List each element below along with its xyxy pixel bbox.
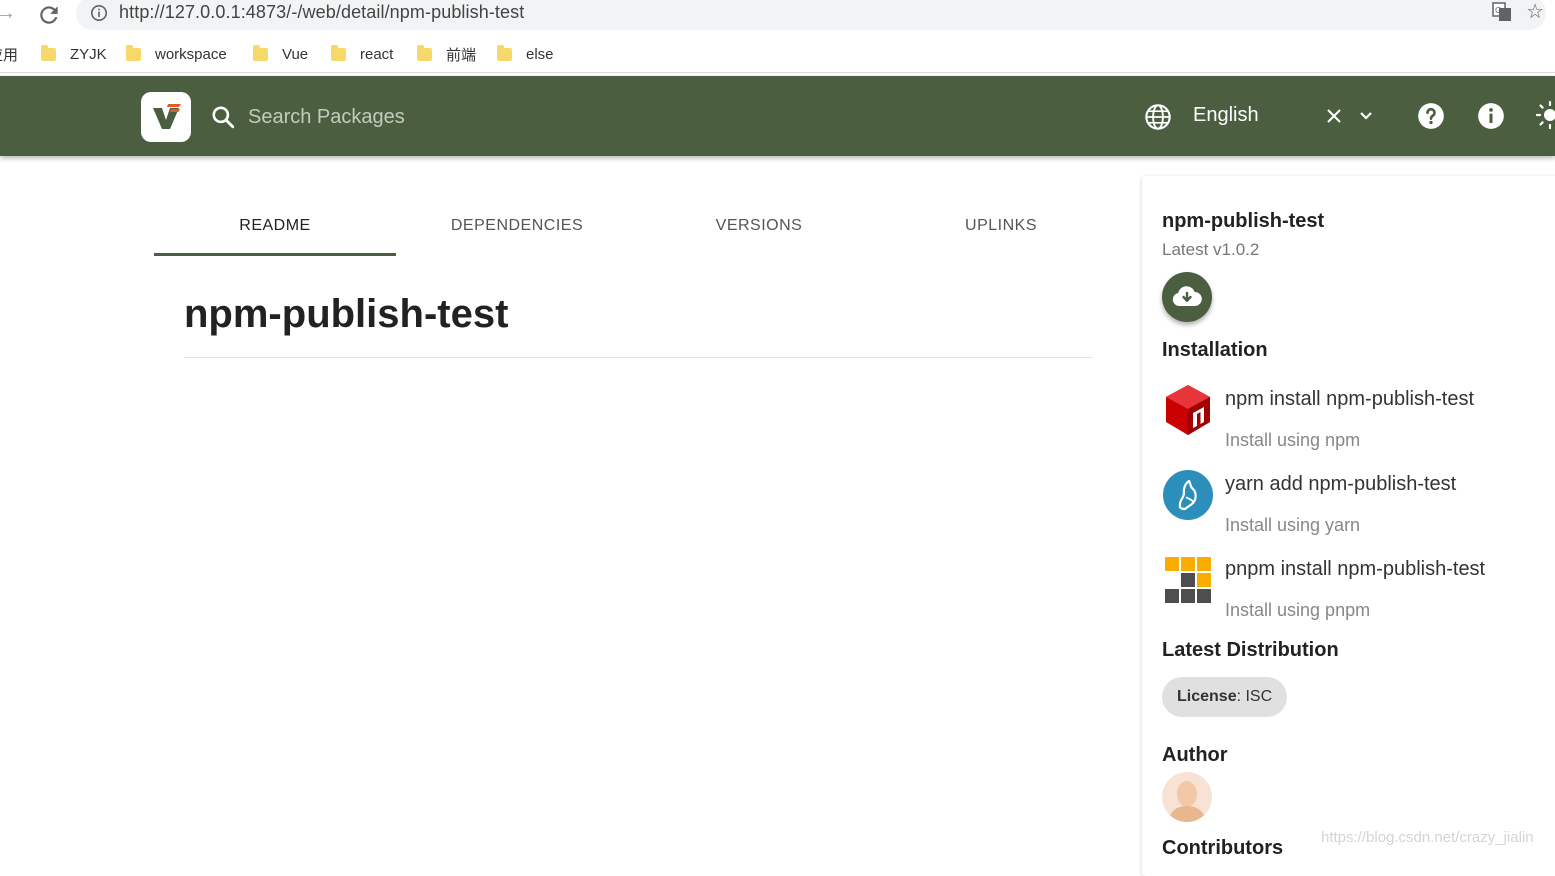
- address-bar[interactable]: http://127.0.0.1:4873/-/web/detail/npm-p…: [76, 0, 1546, 30]
- search-icon: [212, 106, 235, 129]
- npm-install-command[interactable]: npm install npm-publish-test: [1225, 388, 1474, 411]
- package-sidebar: npm-publish-test Latest v1.0.2 Installat…: [1142, 176, 1555, 876]
- avatar[interactable]: [1162, 772, 1212, 822]
- pnpm-icon: [1165, 557, 1211, 603]
- bookmark-folder[interactable]: ZYJK: [41, 44, 107, 64]
- folder-icon: [331, 44, 346, 61]
- download-tarball-button[interactable]: [1162, 272, 1212, 322]
- yarn-install-command[interactable]: yarn add npm-publish-test: [1225, 473, 1456, 496]
- url-text[interactable]: http://127.0.0.1:4873/-/web/detail/npm-p…: [119, 2, 524, 23]
- reload-icon[interactable]: [36, 2, 62, 28]
- bookmark-apps[interactable]: 应用: [0, 44, 26, 65]
- pnpm-install-subtitle: Install using pnpm: [1225, 600, 1371, 620]
- language-select-value[interactable]: English: [1193, 104, 1259, 127]
- bookmark-folder[interactable]: else: [497, 44, 554, 64]
- cloud-download-icon: [1172, 286, 1202, 306]
- yarn-icon: [1163, 470, 1213, 520]
- verdaccio-logo-icon[interactable]: [141, 92, 191, 142]
- license-value: : ISC: [1236, 688, 1273, 705]
- back-arrow-icon[interactable]: →: [0, 2, 16, 25]
- folder-icon: [497, 44, 512, 61]
- folder-icon: [253, 44, 268, 61]
- bookmark-folder[interactable]: 前端: [417, 44, 476, 64]
- help-icon[interactable]: [1417, 102, 1445, 130]
- folder-icon: [41, 44, 56, 61]
- folder-icon: [126, 44, 141, 61]
- bookmark-folder[interactable]: Vue: [253, 44, 308, 64]
- readme-divider: [184, 357, 1092, 358]
- pnpm-install-command[interactable]: pnpm install npm-publish-test: [1225, 558, 1485, 581]
- close-icon[interactable]: [1324, 106, 1344, 126]
- license-chip: License: ISC: [1162, 677, 1288, 717]
- tab-uplinks[interactable]: UPLINKS: [880, 196, 1122, 256]
- bookmark-folder[interactable]: react: [331, 44, 393, 64]
- watermark-text: https://blog.csdn.net/crazy_jialin: [1321, 829, 1534, 846]
- package-name: npm-publish-test: [1162, 210, 1325, 232]
- avatar-person-icon: [1168, 781, 1206, 822]
- site-info-icon[interactable]: [90, 4, 108, 22]
- svg-text:G: G: [1495, 6, 1501, 15]
- latest-version: Latest v1.0.2: [1162, 240, 1260, 259]
- bookmark-star-icon[interactable]: ☆: [1526, 0, 1544, 24]
- installation-title: Installation: [1162, 339, 1268, 361]
- info-icon[interactable]: [1477, 102, 1505, 130]
- translate-icon[interactable]: G: [1492, 2, 1512, 22]
- detail-tabs: README DEPENDENCIES VERSIONS UPLINKS: [154, 196, 1122, 256]
- folder-icon: [417, 44, 432, 61]
- latest-distribution-title: Latest Distribution: [1162, 639, 1339, 661]
- npm-icon: [1166, 385, 1210, 435]
- search-input[interactable]: [246, 100, 810, 134]
- tab-versions[interactable]: VERSIONS: [638, 196, 880, 256]
- chevron-down-icon[interactable]: [1358, 110, 1374, 122]
- yarn-install-subtitle: Install using yarn: [1225, 515, 1361, 535]
- contributors-title: Contributors: [1162, 837, 1284, 859]
- sun-icon[interactable]: [1534, 100, 1555, 130]
- tab-readme[interactable]: README: [154, 196, 396, 256]
- license-key: License: [1177, 688, 1237, 705]
- author-title: Author: [1162, 744, 1228, 766]
- bookmarks-bar: 应用 ZYJK workspace Vue react 前端 else: [0, 36, 1555, 73]
- bookmark-folder[interactable]: workspace: [126, 44, 227, 64]
- tab-dependencies[interactable]: DEPENDENCIES: [396, 196, 638, 256]
- globe-icon: [1145, 104, 1171, 130]
- npm-install-subtitle: Install using npm: [1225, 430, 1361, 450]
- browser-toolbar: → http://127.0.0.1:4873/-/web/detail/npm…: [0, 0, 1555, 32]
- app-header: English: [0, 76, 1555, 156]
- readme-title: npm-publish-test: [184, 292, 509, 336]
